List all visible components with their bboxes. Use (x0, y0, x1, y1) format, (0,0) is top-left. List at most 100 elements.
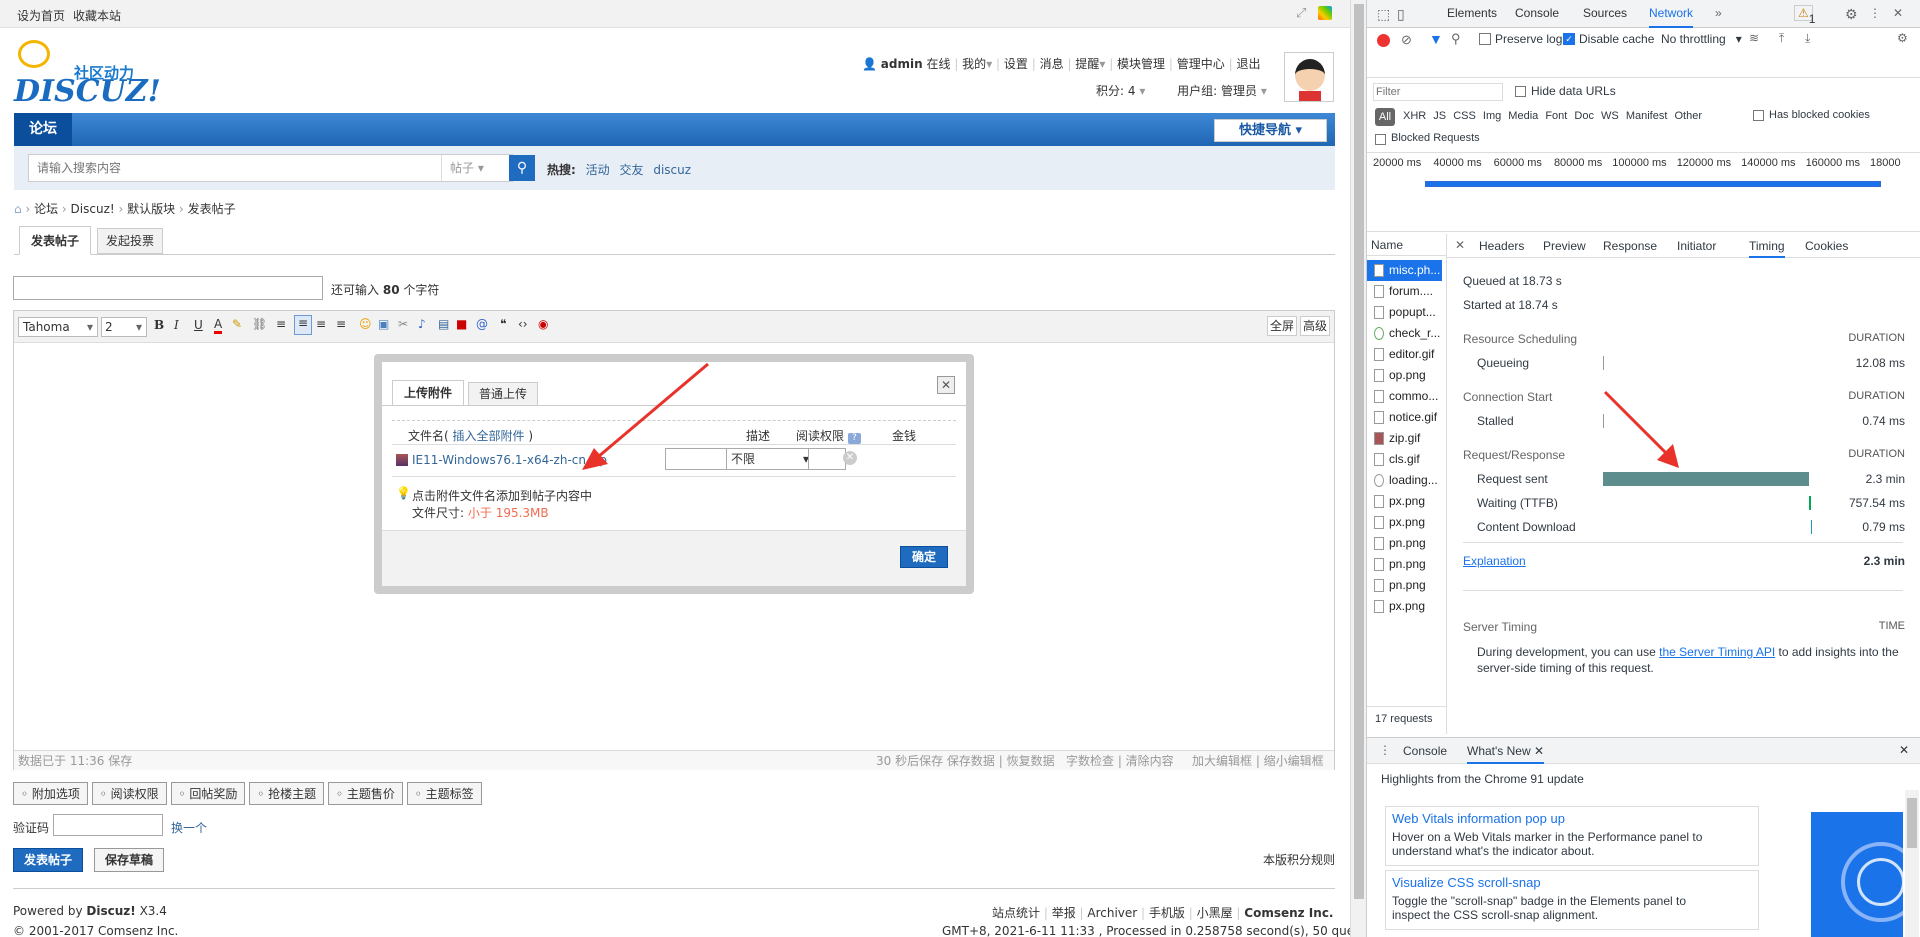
bookmark-link[interactable]: 收藏本站 (73, 7, 121, 24)
footer-report-link[interactable]: 举报 (1052, 906, 1076, 920)
network-settings-icon[interactable]: ⚙ (1897, 31, 1908, 45)
hot-activity-link[interactable]: 活动 (586, 163, 610, 177)
hide-data-urls-checkbox[interactable] (1515, 86, 1526, 97)
blocked-cookies-checkbox[interactable] (1753, 110, 1764, 121)
align-center-icon[interactable]: ≡ (316, 317, 326, 331)
throttling-select[interactable]: No throttling ▾ (1661, 32, 1742, 46)
drawer-menu-icon[interactable]: ⋮ (1379, 743, 1391, 757)
settings-link[interactable]: 设置 (1004, 57, 1028, 71)
qq-icon[interactable]: ◉ (538, 317, 548, 331)
request-row[interactable]: commo... (1367, 386, 1442, 407)
filter-icon[interactable]: ▼ (1429, 31, 1443, 47)
detail-tab-cookies[interactable]: Cookies (1805, 239, 1848, 253)
type-xhr[interactable]: XHR (1403, 110, 1426, 122)
explanation-link[interactable]: Explanation (1463, 554, 1526, 568)
remove-attachment-icon[interactable]: ✕ (843, 451, 857, 465)
home-icon[interactable]: ⌂ (14, 202, 22, 216)
request-row[interactable]: pn.png (1367, 554, 1442, 575)
request-row[interactable]: misc.ph... (1367, 260, 1442, 281)
logout-link[interactable]: 退出 (1236, 57, 1260, 71)
logo[interactable]: 社区动力 DISCUZ! (14, 38, 161, 109)
preserve-log-checkbox[interactable] (1479, 33, 1491, 45)
dialog-tab-upload[interactable]: 上传附件 (392, 380, 464, 406)
request-row[interactable]: px.png (1367, 596, 1442, 617)
type-css[interactable]: CSS (1453, 110, 1476, 122)
italic-icon[interactable]: I (174, 318, 179, 332)
tab-new-poll[interactable]: 发起投票 (97, 228, 163, 254)
tab-network[interactable]: Network (1649, 6, 1694, 28)
align-right-icon[interactable]: ≡ (336, 317, 346, 331)
resize-tools[interactable]: 加大编辑框 | 缩小编辑框 (1192, 751, 1324, 771)
font-family-select[interactable]: Tahoma ▾ (18, 317, 98, 337)
settings-gear-icon[interactable]: ⚙ (1845, 6, 1858, 23)
underline-icon[interactable]: U (194, 318, 203, 332)
attachment-money-input[interactable] (808, 448, 846, 470)
highlight-icon[interactable]: ✎ (232, 317, 242, 331)
score-rules-link[interactable]: 本版积分规则 (1263, 851, 1335, 868)
request-row[interactable]: popupt... (1367, 302, 1442, 323)
at-icon[interactable]: @ (476, 317, 488, 331)
tab-new-post[interactable]: 发表帖子 (19, 226, 91, 255)
search-input[interactable] (29, 155, 441, 181)
text-tools[interactable]: 字数检查 | 清除内容 (1066, 751, 1174, 771)
request-row[interactable]: px.png (1367, 491, 1442, 512)
warnings-badge[interactable]: ⚠ 1 (1794, 5, 1815, 26)
dialog-tab-normal[interactable]: 普通上传 (468, 382, 538, 406)
name-column-header[interactable]: Name (1367, 234, 1447, 256)
server-timing-api-link[interactable]: the Server Timing API (1659, 645, 1775, 659)
hot-discuz-link[interactable]: discuz (653, 163, 691, 177)
points[interactable]: 积分: 4 (1096, 84, 1136, 98)
option-price[interactable]: ◦ 主题售价 (328, 782, 403, 805)
my-menu[interactable]: 我的 (962, 57, 986, 71)
set-home-link[interactable]: 设为首页 (17, 7, 65, 24)
blocked-requests-checkbox[interactable] (1375, 134, 1386, 145)
admin-center-link[interactable]: 管理中心 (1177, 57, 1225, 71)
link-icon[interactable]: ⛓ (252, 317, 267, 331)
code-icon[interactable]: ‹› (518, 317, 528, 331)
filter-input[interactable] (1373, 83, 1503, 101)
dialog-ok-button[interactable]: 确定 (900, 546, 948, 568)
fullscreen-button[interactable]: 全屏 (1267, 316, 1297, 336)
close-whats-new-icon[interactable]: ✕ (1534, 744, 1544, 758)
type-manifest[interactable]: Manifest (1626, 110, 1668, 122)
video-icon[interactable]: ▤ (438, 317, 449, 331)
search-network-icon[interactable]: ⚲ (1451, 31, 1461, 47)
title-input[interactable] (13, 276, 323, 300)
powered-brand[interactable]: Discuz! (86, 904, 135, 918)
page-scrollbar-thumb[interactable] (1354, 4, 1364, 899)
image-icon[interactable]: ▣ (378, 317, 389, 331)
color-theme-icon[interactable] (1318, 6, 1332, 20)
search-button[interactable]: ⚲ (509, 155, 535, 181)
attachment-perm-select[interactable]: 不限 ▾ (726, 448, 814, 470)
close-detail-icon[interactable]: ✕ (1455, 238, 1465, 252)
close-drawer-icon[interactable]: ✕ (1899, 743, 1909, 757)
type-media[interactable]: Media (1508, 110, 1538, 122)
avatar[interactable] (1284, 52, 1334, 102)
bold-icon[interactable]: B (154, 318, 164, 332)
request-row[interactable]: forum.... (1367, 281, 1442, 302)
detail-tab-response[interactable]: Response (1603, 239, 1657, 253)
quick-nav-button[interactable]: 快捷导航 ▾ (1214, 119, 1327, 142)
news-title[interactable]: Visualize CSS scroll-snap (1392, 875, 1752, 890)
footer-archiver-link[interactable]: Archiver (1087, 906, 1137, 920)
dialog-close-icon[interactable]: ✕ (937, 376, 955, 394)
breadcrumb-board[interactable]: 默认版块 (127, 202, 175, 216)
attachment-icon[interactable]: ✂ (398, 317, 408, 331)
username[interactable]: admin (881, 57, 923, 71)
request-row[interactable]: pn.png (1367, 533, 1442, 554)
tab-elements[interactable]: Elements (1447, 6, 1497, 20)
request-row[interactable]: cls.gif (1367, 449, 1442, 470)
attachment-file-link[interactable]: IE11-Windows76.1-x64-zh-cn.zip (412, 453, 607, 467)
usergroup[interactable]: 用户组: 管理员 (1177, 84, 1257, 98)
request-row[interactable]: pn.png (1367, 575, 1442, 596)
advanced-button[interactable]: 高级 (1300, 316, 1330, 336)
nav-forum-tab[interactable]: 论坛 (14, 113, 72, 146)
option-extra[interactable]: ◦ 附加选项 (13, 782, 88, 805)
type-font[interactable]: Font (1545, 110, 1567, 122)
module-admin-link[interactable]: 模块管理 (1117, 57, 1165, 71)
quote-icon[interactable]: ❝ (500, 317, 506, 331)
more-tabs-icon[interactable]: » (1715, 6, 1722, 20)
inspect-icon[interactable]: ⬚ (1377, 6, 1390, 23)
type-js[interactable]: JS (1433, 110, 1446, 122)
messages-link[interactable]: 消息 (1040, 57, 1064, 71)
